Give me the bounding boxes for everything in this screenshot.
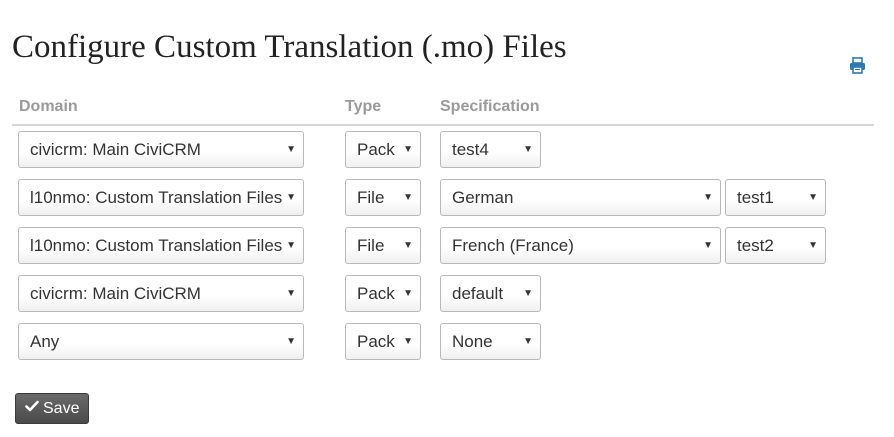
chevron-down-icon: ▼ [286,336,296,347]
file-select-value: test2 [737,236,774,255]
type-select-value: Pack [357,332,395,351]
chevron-down-icon: ▼ [523,288,533,299]
column-header-specification: Specification [440,98,540,115]
column-header-domain: Domain [19,98,78,115]
domain-select-value: civicrm: Main CiviCRM [30,140,201,159]
specification-select[interactable]: default ▼ [440,275,541,312]
specification-select-value: default [452,284,504,303]
save-button-label: Save [43,400,80,417]
type-select-value: Pack [357,140,395,159]
table-header: Domain Type Specification [12,98,874,126]
chevron-down-icon: ▼ [286,288,296,299]
domain-select[interactable]: l10nmo: Custom Translation Files ▼ [18,179,304,216]
chevron-down-icon: ▼ [403,336,413,347]
domain-select[interactable]: civicrm: Main CiviCRM ▼ [18,275,304,312]
type-select[interactable]: File ▼ [345,179,421,216]
save-button[interactable]: Save [15,393,89,424]
chevron-down-icon: ▼ [808,192,818,203]
chevron-down-icon: ▼ [403,288,413,299]
type-select[interactable]: Pack ▼ [345,131,421,168]
specification-select-value: French (France) [452,236,574,255]
specification-select[interactable]: German ▼ [440,179,721,216]
chevron-down-icon: ▼ [523,144,533,155]
file-select-value: test1 [737,188,774,207]
domain-select[interactable]: civicrm: Main CiviCRM ▼ [18,131,304,168]
domain-select[interactable]: l10nmo: Custom Translation Files ▼ [18,227,304,264]
domain-select-value: civicrm: Main CiviCRM [30,284,201,303]
chevron-down-icon: ▼ [808,240,818,251]
domain-select-value: l10nmo: Custom Translation Files [30,188,283,207]
specification-select[interactable]: test4 ▼ [440,131,541,168]
specification-select[interactable]: French (France) ▼ [440,227,721,264]
specification-select[interactable]: None ▼ [440,323,541,360]
domain-select-value: Any [30,332,60,351]
type-select-value: Pack [357,284,395,303]
column-header-type: Type [345,98,382,115]
chevron-down-icon: ▼ [403,240,413,251]
chevron-down-icon: ▼ [403,192,413,203]
page-title: Configure Custom Translation (.mo) Files [12,29,567,65]
type-select[interactable]: Pack ▼ [345,275,421,312]
page: Configure Custom Translation (.mo) Files… [0,0,894,437]
specification-select-value: test4 [452,140,489,159]
chevron-down-icon: ▼ [403,144,413,155]
file-select[interactable]: test2 ▼ [725,227,826,264]
chevron-down-icon: ▼ [286,240,296,251]
domain-select[interactable]: Any ▼ [18,323,304,360]
chevron-down-icon: ▼ [703,192,713,203]
check-icon [25,393,39,422]
type-select-value: File [357,236,385,255]
type-select[interactable]: Pack ▼ [345,323,421,360]
specification-select-value: None [452,332,493,351]
type-select[interactable]: File ▼ [345,227,421,264]
chevron-down-icon: ▼ [286,192,296,203]
chevron-down-icon: ▼ [703,240,713,251]
chevron-down-icon: ▼ [523,336,533,347]
chevron-down-icon: ▼ [286,144,296,155]
domain-select-value: l10nmo: Custom Translation Files [30,236,283,255]
type-select-value: File [357,188,385,207]
file-select[interactable]: test1 ▼ [725,179,826,216]
print-icon[interactable] [849,57,866,74]
specification-select-value: German [452,188,514,207]
